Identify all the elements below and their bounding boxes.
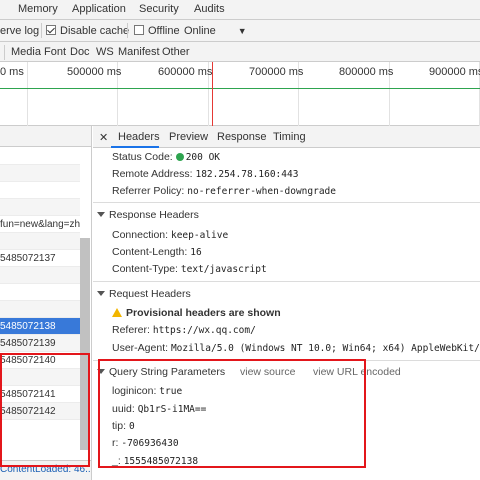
header-row: Referer: https://wx.qq.com/ (112, 324, 256, 336)
timeline-tick: 700000 ms (249, 66, 304, 78)
request-row[interactable]: 5485072139 (0, 335, 80, 352)
dom-content-loaded-line (0, 88, 480, 89)
detail-tabs: ✕ Headers Preview Response Timing (93, 126, 480, 148)
request-row[interactable] (0, 199, 80, 216)
timeline-overview[interactable]: 0 ms 500000 ms 600000 ms 700000 ms 80000… (0, 62, 480, 126)
warning-icon (112, 308, 122, 317)
disable-cache-label: Disable cache (60, 25, 130, 37)
highlight-box-query-params (98, 359, 366, 468)
remote-address-row: Remote Address: 182.254.78.160:443 (112, 168, 299, 180)
tab-response[interactable]: Response (217, 131, 267, 143)
filter-manifest[interactable]: Manifest (118, 46, 160, 58)
response-headers-toggle[interactable]: Response Headers (97, 209, 199, 221)
section-divider (93, 202, 480, 203)
checkbox-icon (134, 25, 144, 35)
timeline-gridline (27, 62, 28, 126)
triangle-down-icon (97, 212, 105, 217)
tab-security[interactable]: Security (139, 3, 179, 15)
provisional-warning: Provisional headers are shown (112, 307, 281, 319)
resource-filter-bar: Media Font Doc WS Manifest Other (0, 42, 480, 62)
status-code-row: Status Code: 200 OK (112, 151, 221, 163)
tab-preview[interactable]: Preview (169, 131, 208, 143)
request-row[interactable] (0, 165, 80, 182)
request-row[interactable] (0, 301, 80, 318)
request-row[interactable] (0, 148, 80, 165)
header-row: User-Agent: Mozilla/5.0 (Windows NT 10.0… (112, 342, 480, 354)
toolbar-divider (127, 23, 128, 38)
close-icon[interactable]: ✕ (99, 131, 108, 144)
offline-label: Offline (148, 25, 180, 37)
request-row[interactable] (0, 233, 80, 250)
request-headers-toggle[interactable]: Request Headers (97, 288, 191, 300)
tab-audits[interactable]: Audits (194, 3, 225, 15)
checkbox-checked-icon (46, 25, 56, 35)
header-row: Content-Length: 16 (112, 246, 202, 258)
request-row[interactable]: 5485072138 (0, 318, 80, 335)
offline-checkbox[interactable]: Offline (134, 25, 180, 37)
request-row[interactable]: 5485072137 (0, 250, 80, 267)
timeline-tick: 800000 ms (339, 66, 394, 78)
tab-memory[interactable]: Memory (18, 3, 58, 15)
chevron-down-icon: ▼ (237, 26, 247, 36)
timeline-tick: 500000 ms (67, 66, 122, 78)
request-list-header (0, 126, 91, 147)
tab-timing[interactable]: Timing (273, 131, 306, 143)
filter-doc[interactable]: Doc (70, 46, 90, 58)
filter-font[interactable]: Font (44, 46, 66, 58)
network-toolbar: erve log Disable cache Offline Online ▼ (0, 20, 480, 42)
tab-headers[interactable]: Headers (118, 131, 160, 143)
filter-media[interactable]: Media (11, 46, 41, 58)
throttling-select[interactable]: Online ▼ (184, 25, 247, 37)
load-event-line (212, 62, 213, 126)
request-row[interactable] (0, 182, 80, 199)
request-row[interactable] (0, 284, 80, 301)
request-row[interactable] (0, 267, 80, 284)
referrer-policy-row: Referrer Policy: no-referrer-when-downgr… (112, 185, 336, 197)
header-row: Connection: keep-alive (112, 229, 229, 241)
disable-cache-checkbox[interactable]: Disable cache (46, 25, 129, 37)
tab-application[interactable]: Application (72, 3, 126, 15)
timeline-tick: 600000 ms (158, 66, 213, 78)
section-divider (93, 281, 480, 282)
status-ok-icon (175, 153, 184, 161)
filter-divider (4, 45, 5, 60)
filter-other[interactable]: Other (162, 46, 190, 58)
highlight-box-requests (0, 353, 90, 467)
devtools-panel-tabs: Memory Application Security Audits (0, 0, 480, 20)
timeline-tick: 0 ms (0, 66, 24, 78)
timeline-tick: 900000 ms (429, 66, 480, 78)
throttling-value: Online (184, 25, 216, 37)
request-row[interactable]: fun=new&lang=zh (0, 216, 80, 233)
toolbar-divider (41, 23, 42, 38)
triangle-down-icon (97, 291, 105, 296)
preserve-log-label[interactable]: erve log (0, 25, 39, 37)
filter-ws[interactable]: WS (96, 46, 114, 58)
header-row: Content-Type: text/javascript (112, 263, 267, 275)
